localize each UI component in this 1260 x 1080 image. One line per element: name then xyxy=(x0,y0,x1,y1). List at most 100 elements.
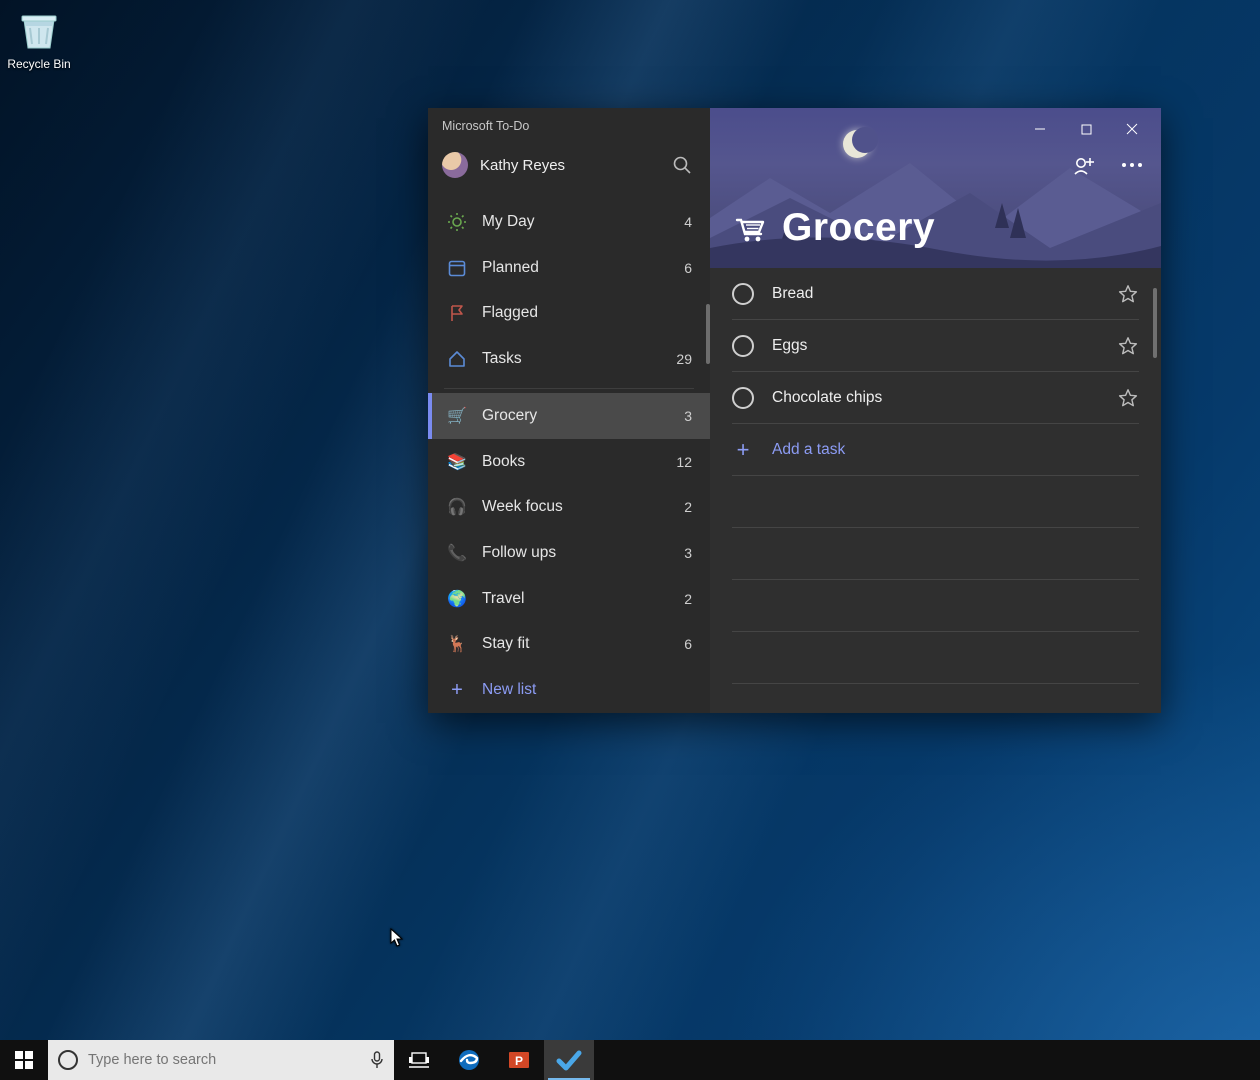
sidebar: Microsoft To-Do Kathy Reyes My xyxy=(428,108,710,713)
nav-item-grocery[interactable]: 🛒 Grocery 3 xyxy=(428,393,710,439)
desktop-icon-recycle-bin[interactable]: Recycle Bin xyxy=(0,6,78,71)
task-list: Bread Eggs Chocolate chips xyxy=(710,268,1161,713)
main-scrollbar[interactable] xyxy=(1153,288,1157,358)
nav-item-label: Tasks xyxy=(482,350,522,368)
todo-app-window: Microsoft To-Do Kathy Reyes My xyxy=(428,108,1161,713)
phone-icon: 📞 xyxy=(446,542,468,564)
new-list-label: New list xyxy=(482,681,536,699)
start-button[interactable] xyxy=(0,1040,48,1080)
main-pane: Grocery Bread Eggs xyxy=(710,108,1161,713)
nav-item-label: Grocery xyxy=(482,407,537,425)
taskbar-app-todo[interactable] xyxy=(544,1040,594,1080)
star-button[interactable] xyxy=(1117,283,1139,305)
windows-icon xyxy=(15,1051,33,1069)
nav-divider xyxy=(444,388,694,389)
powerpoint-icon: P xyxy=(507,1048,531,1072)
nav-item-week-focus[interactable]: 🎧 Week focus 2 xyxy=(428,484,710,530)
search-input[interactable] xyxy=(88,1052,364,1068)
taskbar-app-edge[interactable] xyxy=(444,1040,494,1080)
todo-icon xyxy=(556,1047,582,1073)
plus-icon: + xyxy=(732,437,754,463)
add-task-row[interactable]: + Add a task xyxy=(732,424,1139,476)
edge-icon xyxy=(457,1048,481,1072)
nav-item-label: Books xyxy=(482,453,525,471)
avatar xyxy=(442,152,468,178)
home-icon xyxy=(446,348,468,370)
nav-item-tasks[interactable]: Tasks 29 xyxy=(428,336,710,382)
list-title-icon xyxy=(732,213,768,243)
blank-row xyxy=(732,580,1139,632)
list-header: Grocery xyxy=(710,108,1161,268)
task-row[interactable]: Chocolate chips xyxy=(732,372,1139,424)
complete-toggle[interactable] xyxy=(732,387,754,409)
desktop-icon-label: Recycle Bin xyxy=(7,57,70,71)
app-title: Microsoft To-Do xyxy=(428,108,710,133)
plus-icon: + xyxy=(446,679,468,702)
task-view-icon xyxy=(409,1052,429,1068)
star-button[interactable] xyxy=(1117,387,1139,409)
taskbar: P xyxy=(0,1040,1260,1080)
share-button[interactable] xyxy=(1071,152,1097,178)
mic-icon[interactable] xyxy=(370,1051,384,1069)
taskbar-app-powerpoint[interactable]: P xyxy=(494,1040,544,1080)
nav-item-label: Travel xyxy=(482,590,525,608)
nav-item-count: 29 xyxy=(676,351,692,367)
mouse-cursor xyxy=(390,928,404,948)
nav-item-travel[interactable]: 🌍 Travel 2 xyxy=(428,576,710,622)
globe-icon: 🌍 xyxy=(446,588,468,610)
complete-toggle[interactable] xyxy=(732,283,754,305)
svg-text:P: P xyxy=(515,1054,523,1068)
nav-item-label: Flagged xyxy=(482,304,538,322)
cart-icon: 🛒 xyxy=(446,405,468,427)
search-button[interactable] xyxy=(668,151,696,179)
nav-item-label: Week focus xyxy=(482,498,563,516)
nav-item-books[interactable]: 📚 Books 12 xyxy=(428,439,710,485)
maximize-button[interactable] xyxy=(1063,114,1109,144)
books-icon: 📚 xyxy=(446,451,468,473)
nav-item-count: 6 xyxy=(684,260,692,276)
nav-item-stay-fit[interactable]: 🦌 Stay fit 6 xyxy=(428,622,710,668)
desktop[interactable]: Recycle Bin Microsoft To-Do Kathy Reyes xyxy=(0,0,1260,1080)
list-title-text: Grocery xyxy=(782,206,935,250)
moon-icon xyxy=(843,130,871,158)
deer-icon: 🦌 xyxy=(446,633,468,655)
complete-toggle[interactable] xyxy=(732,335,754,357)
more-button[interactable] xyxy=(1119,152,1145,178)
user-row[interactable]: Kathy Reyes xyxy=(428,133,710,193)
task-row[interactable]: Eggs xyxy=(732,320,1139,372)
cortana-icon xyxy=(58,1050,78,1070)
nav-item-label: Stay fit xyxy=(482,635,529,653)
window-controls xyxy=(1017,114,1155,144)
nav-item-planned[interactable]: Planned 6 xyxy=(428,245,710,291)
blank-row xyxy=(732,476,1139,528)
blank-row xyxy=(732,632,1139,684)
list-title[interactable]: Grocery xyxy=(732,206,935,250)
add-task-label: Add a task xyxy=(772,441,845,459)
user-name: Kathy Reyes xyxy=(480,157,565,174)
close-button[interactable] xyxy=(1109,114,1155,144)
taskbar-search[interactable] xyxy=(48,1040,394,1080)
task-view-button[interactable] xyxy=(394,1040,444,1080)
task-name: Bread xyxy=(772,285,813,303)
nav-item-count: 2 xyxy=(684,591,692,607)
calendar-icon xyxy=(446,257,468,279)
star-button[interactable] xyxy=(1117,335,1139,357)
task-name: Eggs xyxy=(772,337,807,355)
nav-item-count: 4 xyxy=(684,214,692,230)
nav-item-count: 3 xyxy=(684,408,692,424)
headphones-icon: 🎧 xyxy=(446,496,468,518)
nav-item-my-day[interactable]: My Day 4 xyxy=(428,199,710,245)
nav-item-count: 3 xyxy=(684,545,692,561)
nav-item-count: 2 xyxy=(684,499,692,515)
flag-icon xyxy=(446,302,468,324)
nav-item-label: Planned xyxy=(482,259,539,277)
nav: My Day 4 Planned 6 Flagged xyxy=(428,199,710,667)
minimize-button[interactable] xyxy=(1017,114,1063,144)
nav-item-label: Follow ups xyxy=(482,544,556,562)
blank-row xyxy=(732,528,1139,580)
nav-item-follow-ups[interactable]: 📞 Follow ups 3 xyxy=(428,530,710,576)
task-row[interactable]: Bread xyxy=(732,268,1139,320)
new-list-button[interactable]: + New list xyxy=(428,667,710,713)
nav-item-flagged[interactable]: Flagged xyxy=(428,290,710,336)
nav-item-count: 12 xyxy=(676,454,692,470)
